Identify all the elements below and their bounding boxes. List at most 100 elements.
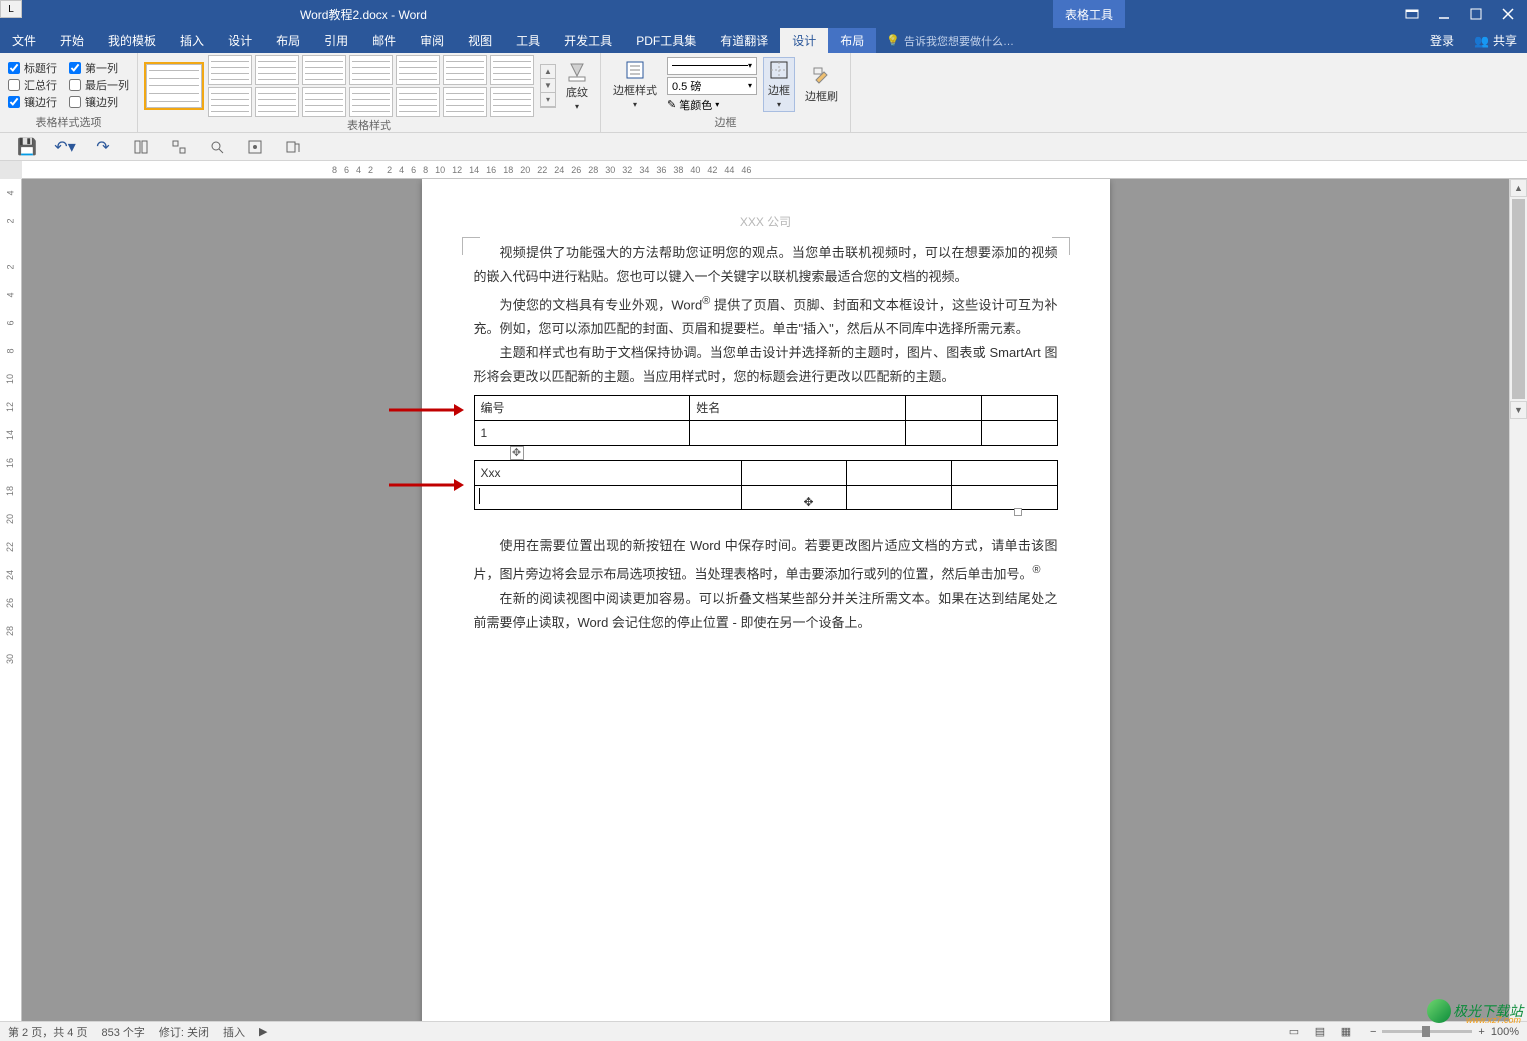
pen-color-button[interactable]: ✎笔颜色▾ (667, 97, 757, 113)
status-insert[interactable]: 插入 (223, 1024, 245, 1040)
qat-icon-8[interactable] (284, 138, 302, 156)
table-cell[interactable]: 编号 (474, 396, 690, 421)
body-text[interactable]: 视频提供了功能强大的方法帮助您证明您的观点。当您单击联机视频时，可以在想要添加的… (474, 241, 1058, 635)
table-cell[interactable] (847, 461, 952, 486)
table-cell[interactable] (741, 461, 846, 486)
view-web-icon[interactable]: ▦ (1336, 1025, 1356, 1039)
table-style-thumb[interactable] (302, 55, 346, 85)
table-style-thumb[interactable] (208, 55, 252, 85)
status-words[interactable]: 853 个字 (101, 1024, 144, 1040)
table-style-thumb[interactable] (208, 87, 252, 117)
qat-icon-6[interactable] (208, 138, 226, 156)
vertical-ruler[interactable]: 4224681012141618202224262830 (0, 179, 22, 1021)
pen-weight-combo[interactable]: 0.5 磅▾ (667, 77, 757, 95)
status-page[interactable]: 第 2 页，共 4 页 (8, 1024, 87, 1040)
tab-layout[interactable]: 布局 (264, 28, 312, 53)
table-style-thumb[interactable] (349, 55, 393, 85)
tab-table-design[interactable]: 设计 (780, 28, 828, 53)
qat-icon-4[interactable] (132, 138, 150, 156)
chk-first-col[interactable]: 第一列 (69, 60, 129, 76)
paragraph[interactable]: 主题和样式也有助于文档保持协调。当您单击设计并选择新的主题时，图片、图表或 Sm… (474, 341, 1058, 389)
table-style-thumb[interactable] (490, 55, 534, 85)
chk-banded-col[interactable]: 镶边列 (69, 94, 129, 110)
undo-icon[interactable]: ↶▾ (56, 138, 74, 156)
table-cell[interactable] (952, 486, 1057, 510)
tab-file[interactable]: 文件 (0, 28, 48, 53)
paragraph[interactable]: 在新的阅读视图中阅读更加容易。可以折叠文档某些部分并关注所需文本。如果在达到结尾… (474, 587, 1058, 635)
borders-button[interactable]: 边框▾ (763, 57, 795, 112)
table-cell[interactable] (905, 396, 981, 421)
table-style-thumb[interactable] (443, 87, 487, 117)
tab-mytemplate[interactable]: 我的模板 (96, 28, 168, 53)
tab-pdftools[interactable]: PDF工具集 (624, 28, 708, 53)
table-2[interactable]: Xxx (474, 460, 1058, 510)
chk-last-col[interactable]: 最后一列 (69, 77, 129, 93)
view-print-icon[interactable]: ▤ (1310, 1025, 1330, 1039)
close-icon[interactable] (1501, 7, 1515, 21)
table-move-handle-icon[interactable]: ✥ (510, 446, 524, 460)
vertical-scrollbar[interactable]: ▲ ▼ (1509, 179, 1527, 1021)
table-style-thumb[interactable] (396, 55, 440, 85)
tab-tools[interactable]: 工具 (504, 28, 552, 53)
zoom-value[interactable]: 100% (1491, 1026, 1519, 1038)
ribbon-options-icon[interactable] (1405, 7, 1419, 21)
table-style-thumb[interactable] (255, 87, 299, 117)
table-cell[interactable]: 1 (474, 421, 690, 446)
table-cell[interactable] (741, 486, 846, 510)
gallery-up-icon[interactable]: ▲ (541, 65, 555, 79)
table-1[interactable]: 编号姓名 1 (474, 395, 1058, 446)
table-cell[interactable] (981, 396, 1057, 421)
border-painter-button[interactable]: 边框刷 (801, 64, 842, 106)
horizontal-ruler[interactable]: 8642246810121416182022242628303234363840… (22, 161, 1527, 179)
table-cell[interactable] (474, 486, 741, 510)
table-style-thumb[interactable] (255, 55, 299, 85)
tab-design[interactable]: 设计 (216, 28, 264, 53)
scroll-up-icon[interactable]: ▲ (1510, 179, 1527, 197)
scroll-thumb[interactable] (1512, 199, 1525, 399)
tab-mailings[interactable]: 邮件 (360, 28, 408, 53)
paragraph[interactable]: 为使您的文档具有专业外观，Word® 提供了页眉、页脚、封面和文本框设计，这些设… (474, 289, 1058, 341)
tab-view[interactable]: 视图 (456, 28, 504, 53)
chk-banded-row[interactable]: 镶边行 (8, 94, 57, 110)
zoom-in-icon[interactable]: + (1478, 1026, 1484, 1038)
table-style-thumb[interactable] (396, 87, 440, 117)
status-macro-icon[interactable]: ▶ (259, 1025, 267, 1038)
zoom-slider[interactable] (1382, 1030, 1472, 1033)
view-read-icon[interactable]: ▭ (1284, 1025, 1304, 1039)
chk-header-row[interactable]: 标题行 (8, 60, 57, 76)
table-style-thumb[interactable] (349, 87, 393, 117)
tab-table-layout[interactable]: 布局 (828, 28, 876, 53)
gallery-down-icon[interactable]: ▼ (541, 79, 555, 93)
tab-references[interactable]: 引用 (312, 28, 360, 53)
gallery-more-icon[interactable]: ▾ (541, 93, 555, 107)
table-style-thumb[interactable] (302, 87, 346, 117)
table-style-thumb[interactable] (490, 87, 534, 117)
minimize-icon[interactable] (1437, 7, 1451, 21)
tab-review[interactable]: 审阅 (408, 28, 456, 53)
redo-icon[interactable]: ↷ (94, 138, 112, 156)
table-resize-handle-icon[interactable] (1014, 508, 1022, 516)
chk-total-row[interactable]: 汇总行 (8, 77, 57, 93)
table-cell[interactable] (690, 421, 906, 446)
document-area[interactable]: XXX 公司 视频提供了功能强大的方法帮助您证明您的观点。当您单击联机视频时，可… (22, 179, 1509, 1021)
table-cell[interactable] (905, 421, 981, 446)
tab-selector[interactable]: L (0, 0, 22, 18)
shading-button[interactable]: 底纹▾ (562, 60, 592, 113)
login-link[interactable]: 登录 (1420, 28, 1464, 53)
tab-youdao[interactable]: 有道翻译 (708, 28, 780, 53)
paragraph[interactable]: 视频提供了功能强大的方法帮助您证明您的观点。当您单击联机视频时，可以在想要添加的… (474, 241, 1058, 289)
pen-style-combo[interactable]: ▾ (667, 57, 757, 75)
tab-home[interactable]: 开始 (48, 28, 96, 53)
zoom-out-icon[interactable]: − (1370, 1026, 1376, 1038)
table-style-thumb[interactable] (443, 55, 487, 85)
tab-devtools[interactable]: 开发工具 (552, 28, 624, 53)
border-styles-button[interactable]: 边框样式▾ (609, 58, 661, 111)
qat-icon-7[interactable] (246, 138, 264, 156)
maximize-icon[interactable] (1469, 7, 1483, 21)
table-cell[interactable]: 姓名 (690, 396, 906, 421)
save-icon[interactable]: 💾 (18, 138, 36, 156)
share-button[interactable]: 👥共享 (1464, 28, 1527, 53)
tell-me-search[interactable]: 💡告诉我您想要做什么… (876, 28, 1024, 53)
scroll-down-icon[interactable]: ▼ (1510, 401, 1527, 419)
table-style-current[interactable] (146, 64, 202, 108)
